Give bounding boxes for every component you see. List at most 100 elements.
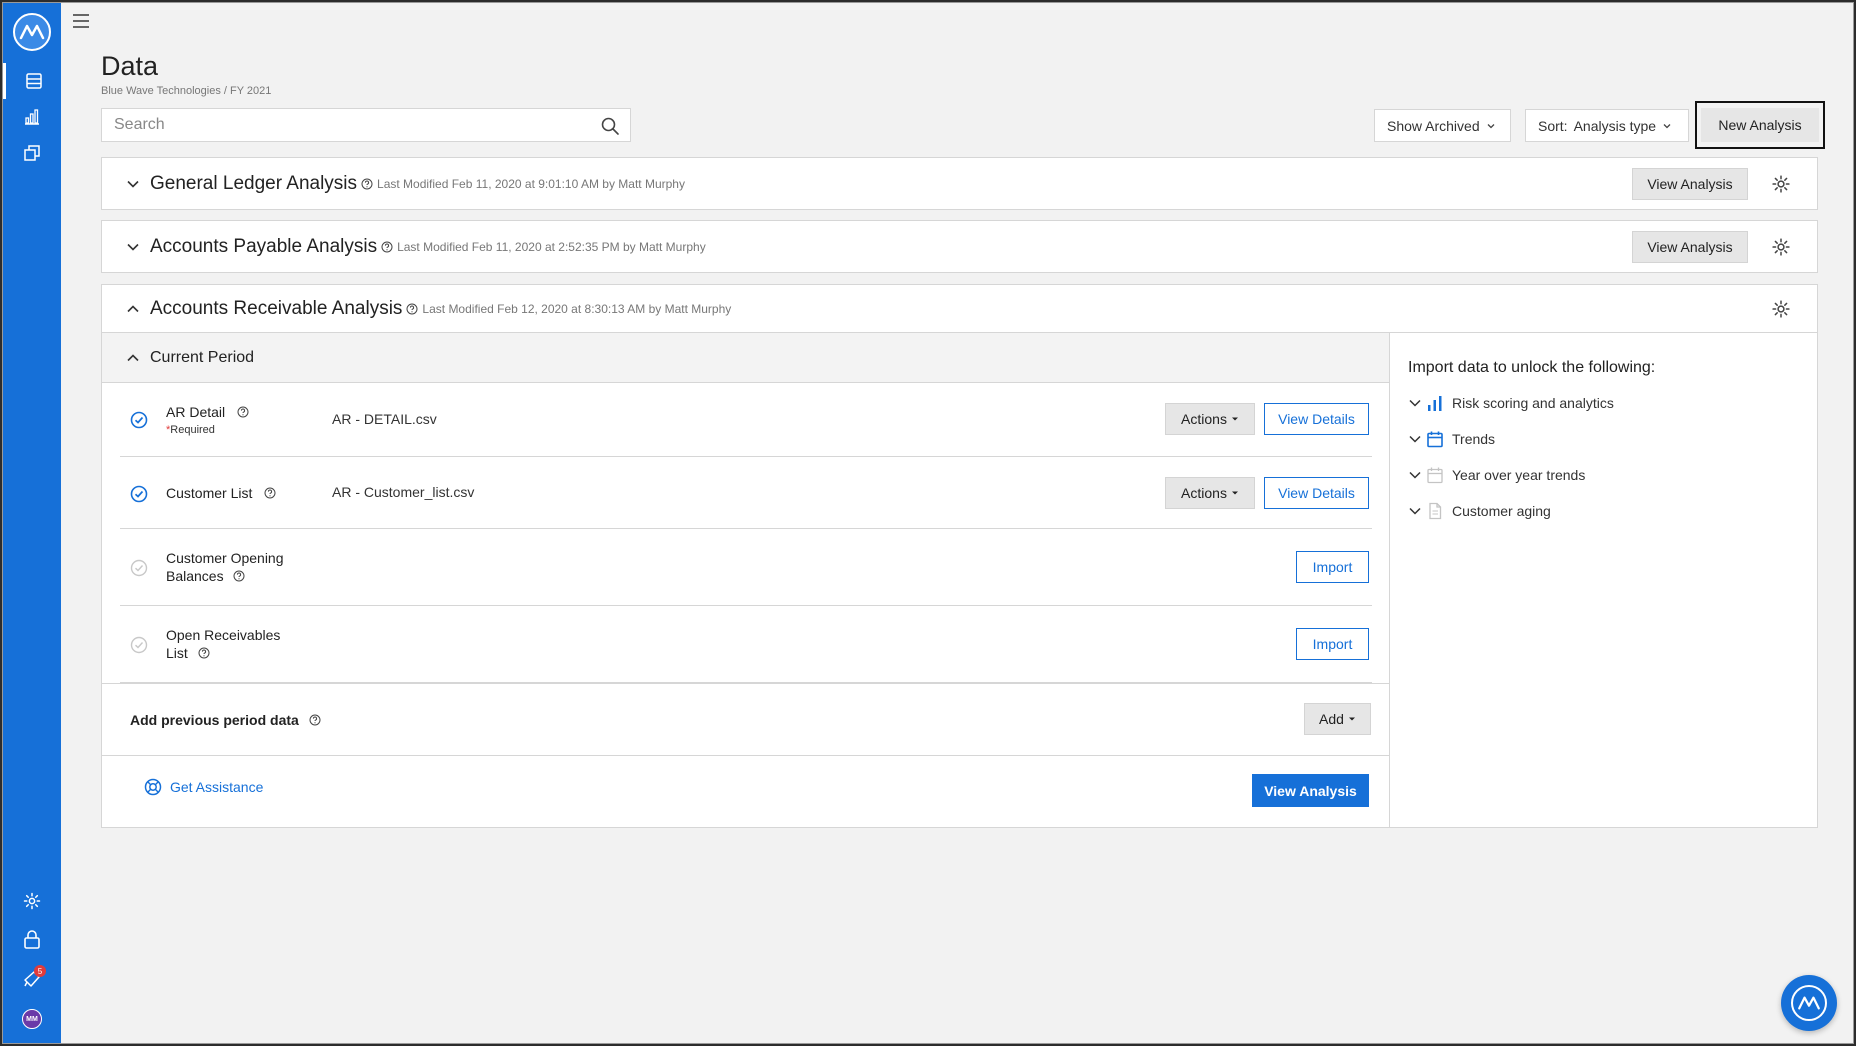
check-circle-outline-icon <box>130 636 148 654</box>
bar-chart-icon <box>1428 396 1442 411</box>
logo-icon <box>19 24 45 40</box>
help-icon[interactable] <box>237 406 249 418</box>
sidebar-item-security[interactable] <box>3 921 61 957</box>
help-icon[interactable] <box>361 178 373 190</box>
help-icon[interactable] <box>406 303 418 315</box>
unlock-item[interactable]: Risk scoring and analytics <box>1408 391 1614 415</box>
data-source-name: Open Receivables List <box>166 626 280 662</box>
row-name: Customer List <box>166 485 253 501</box>
help-icon[interactable] <box>381 241 393 253</box>
table-row: Customer List AR - Customer_list.csv Act… <box>120 457 1372 529</box>
unlock-item[interactable]: Year over year trends <box>1408 463 1585 487</box>
help-icon[interactable] <box>309 714 321 726</box>
lock-icon <box>24 930 40 949</box>
gear-icon[interactable] <box>1771 174 1791 194</box>
table-row: AR Detail *Required AR - DETAIL.csv Acti… <box>120 383 1372 457</box>
current-period-header[interactable]: Current Period <box>102 333 1389 383</box>
unlock-item-label: Risk scoring and analytics <box>1452 395 1614 411</box>
panel-header[interactable]: General Ledger Analysis Last Modified Fe… <box>102 158 1817 210</box>
help-icon[interactable] <box>233 570 245 582</box>
data-source-name: Customer List <box>166 484 276 502</box>
chevron-down-icon <box>1663 123 1671 128</box>
search-box <box>101 108 631 142</box>
sidebar-item-data[interactable] <box>3 63 61 99</box>
unlock-item[interactable]: Trends <box>1408 427 1495 451</box>
sort-dropdown[interactable]: Sort: Analysis type <box>1525 109 1689 142</box>
chevron-up-icon[interactable] <box>126 302 140 316</box>
bar-chart-icon <box>25 109 39 125</box>
unlock-title: Import data to unlock the following: <box>1408 359 1656 376</box>
analysis-title: Accounts Payable Analysis <box>150 236 378 257</box>
chevron-down-icon <box>1409 471 1421 479</box>
gear-icon[interactable] <box>1771 299 1791 319</box>
get-assistance-link[interactable]: Get Assistance <box>144 778 263 796</box>
chevron-up-icon[interactable] <box>126 351 140 365</box>
chevron-down-icon[interactable] <box>126 240 140 254</box>
hamburger-menu-icon[interactable] <box>71 11 91 31</box>
chevron-down-icon <box>1409 507 1421 515</box>
new-analysis-button-frame: New Analysis <box>1695 101 1825 149</box>
notification-badge: 5 <box>34 965 46 977</box>
view-analysis-button[interactable]: View Analysis <box>1252 774 1369 807</box>
chevron-down-icon <box>1409 435 1421 443</box>
caret-down-icon <box>1231 417 1238 421</box>
view-details-button[interactable]: View Details <box>1264 477 1369 509</box>
analysis-panel-general-ledger: General Ledger Analysis Last Modified Fe… <box>101 157 1818 210</box>
sidebar-item-settings[interactable] <box>3 883 61 919</box>
row-name: AR Detail <box>166 404 226 420</box>
import-button[interactable]: Import <box>1296 628 1369 660</box>
file-name: AR - DETAIL.csv <box>332 411 437 427</box>
add-button[interactable]: Add <box>1304 703 1371 735</box>
chevron-down-icon[interactable] <box>126 177 140 191</box>
chat-logo-icon <box>1791 985 1827 1021</box>
sidebar-item-profile[interactable]: MM <box>3 1001 61 1037</box>
data-source-name: AR Detail *Required <box>166 403 249 439</box>
view-details-button[interactable]: View Details <box>1264 403 1369 435</box>
unlock-item-label: Year over year trends <box>1452 467 1586 483</box>
search-icon[interactable] <box>600 116 620 136</box>
current-period-section: Current Period AR Detail *Required AR - … <box>102 333 1390 827</box>
import-button[interactable]: Import <box>1296 551 1369 583</box>
sidebar-item-reports[interactable] <box>3 135 61 171</box>
chevron-down-icon <box>1409 399 1421 407</box>
gear-icon[interactable] <box>1771 237 1791 257</box>
check-circle-icon <box>130 411 148 429</box>
last-modified: Last Modified Feb 11, 2020 at 9:01:10 AM… <box>377 177 685 191</box>
gear-icon <box>23 892 41 910</box>
sort-value: Analysis type <box>1573 117 1657 134</box>
help-icon[interactable] <box>198 647 210 659</box>
actions-button[interactable]: Actions <box>1165 403 1255 435</box>
copy-icon <box>24 145 40 161</box>
show-archived-dropdown[interactable]: Show Archived <box>1374 109 1511 142</box>
sidebar-item-analytics[interactable] <box>3 99 61 135</box>
analysis-title: General Ledger Analysis <box>150 173 358 194</box>
help-icon[interactable] <box>264 487 276 499</box>
table-row: Customer Opening Balances Import <box>120 529 1372 606</box>
sidebar-item-notifications[interactable]: 5 <box>3 961 61 997</box>
panel-header[interactable]: Accounts Receivable Analysis Last Modifi… <box>102 285 1817 333</box>
new-analysis-button[interactable]: New Analysis <box>1701 108 1819 142</box>
last-modified: Last Modified Feb 11, 2020 at 2:52:35 PM… <box>397 240 706 254</box>
actions-button[interactable]: Actions <box>1165 477 1255 509</box>
chat-assistant-button[interactable] <box>1781 975 1837 1031</box>
add-previous-period-text: Add previous period data <box>130 712 299 728</box>
row-name-line2: List <box>166 645 188 661</box>
calendar-icon <box>1427 431 1443 448</box>
check-circle-icon <box>130 485 148 503</box>
unlock-item[interactable]: Customer aging <box>1408 499 1551 523</box>
panel-header[interactable]: Accounts Payable Analysis Last Modified … <box>102 221 1817 273</box>
view-analysis-button[interactable]: View Analysis <box>1632 231 1748 263</box>
get-assistance-label: Get Assistance <box>170 779 264 795</box>
check-circle-outline-icon <box>130 559 148 577</box>
document-icon <box>1429 502 1442 520</box>
unlock-item-label: Customer aging <box>1452 503 1551 519</box>
row-name-line1: Open Receivables <box>166 627 281 643</box>
caret-down-icon <box>1231 491 1238 495</box>
analysis-panel-accounts-receivable: Accounts Receivable Analysis Last Modifi… <box>101 284 1818 828</box>
app-logo[interactable] <box>13 13 51 51</box>
add-previous-period-label: Add previous period data <box>130 712 321 728</box>
view-analysis-button[interactable]: View Analysis <box>1632 168 1748 200</box>
search-input[interactable] <box>114 116 584 134</box>
current-period-title: Current Period <box>150 348 255 366</box>
sort-label: Sort: <box>1538 117 1568 134</box>
